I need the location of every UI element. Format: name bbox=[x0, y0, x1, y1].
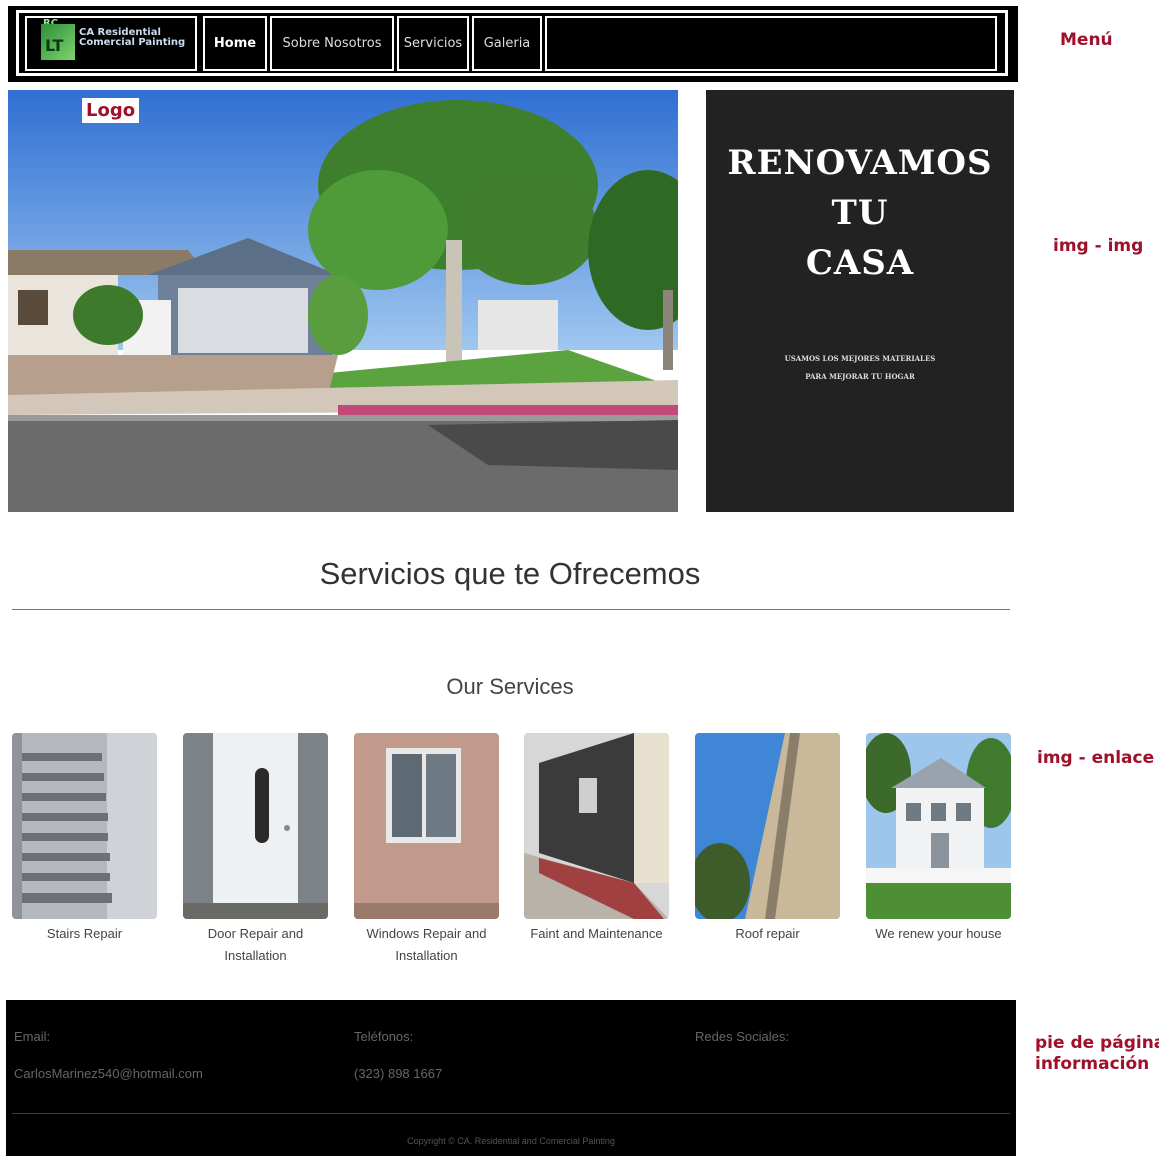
footer-email-value[interactable]: CarlosMarinez540@hotmail.com bbox=[14, 1066, 203, 1081]
annotation-footer-line1: pie de página bbox=[1035, 1033, 1159, 1053]
logo-text: CA Residential Comercial Painting bbox=[79, 27, 186, 48]
annotation-services: img - enlace bbox=[1037, 748, 1155, 768]
footer: Email: CarlosMarinez540@hotmail.com Telé… bbox=[6, 1000, 1016, 1156]
hero-subtitle-line-2: PARA MEJORAR TU HOGAR bbox=[805, 372, 915, 381]
nav-item-sobre-nosotros[interactable]: Sobre Nosotros bbox=[270, 16, 394, 71]
footer-copyright: Copyright © CA. Residential and Comercia… bbox=[407, 1136, 615, 1146]
roof-image bbox=[695, 733, 840, 919]
house-thumbnail[interactable] bbox=[866, 733, 1011, 919]
service-caption[interactable]: Door Repair and Installation bbox=[183, 923, 328, 967]
service-card-door[interactable]: Door Repair and Installation bbox=[183, 733, 328, 967]
stairs-thumbnail[interactable] bbox=[12, 733, 157, 919]
service-card-house[interactable]: We renew your house bbox=[866, 733, 1011, 945]
annotation-logo: Logo bbox=[82, 98, 140, 123]
annotation-menu: Menú bbox=[1060, 30, 1113, 50]
site-logo[interactable]: RC LT CA Residential Comercial Painting bbox=[25, 16, 197, 71]
footer-email-label: Email: bbox=[14, 1029, 51, 1044]
hero-title: RENOVAMOS TU CASA bbox=[706, 138, 1014, 288]
hero-text-panel: RENOVAMOS TU CASA USAMOS LOS MEJORES MAT… bbox=[706, 90, 1014, 512]
hero-house-image bbox=[8, 90, 678, 512]
windows-image bbox=[354, 733, 499, 919]
service-card-stairs[interactable]: Stairs Repair bbox=[12, 733, 157, 945]
paint-image bbox=[524, 733, 669, 919]
service-caption[interactable]: Windows Repair and Installation bbox=[354, 923, 499, 967]
annotation-footer-line2: información bbox=[1035, 1054, 1150, 1074]
roof-thumbnail[interactable] bbox=[695, 733, 840, 919]
door-thumbnail[interactable] bbox=[183, 733, 328, 919]
service-card-roof[interactable]: Roof repair bbox=[695, 733, 840, 945]
footer-social-label: Redes Sociales: bbox=[695, 1029, 789, 1044]
services-section-title: Servicios que te Ofrecemos bbox=[319, 556, 701, 591]
logo-mark-letters: LT bbox=[45, 36, 64, 55]
nav-item-galeria[interactable]: Galeria bbox=[472, 16, 542, 71]
logo-mark-icon: LT bbox=[41, 24, 75, 60]
hero-subtitle-line-1: USAMOS LOS MEJORES MATERIALES bbox=[784, 354, 936, 363]
navbar-frame: RC LT CA Residential Comercial Painting … bbox=[16, 10, 1008, 76]
paint-thumbnail[interactable] bbox=[524, 733, 669, 919]
house-image bbox=[866, 733, 1011, 919]
hero-title-line-2: TU bbox=[831, 193, 889, 233]
service-caption[interactable]: Stairs Repair bbox=[12, 923, 157, 945]
service-card-windows[interactable]: Windows Repair and Installation bbox=[354, 733, 499, 967]
nav-item-home[interactable]: Home bbox=[203, 16, 267, 71]
footer-divider bbox=[12, 1113, 1010, 1114]
service-card-paint[interactable]: Faint and Maintenance bbox=[524, 733, 669, 945]
hero-title-line-3: CASA bbox=[805, 243, 915, 283]
nav-item-servicios[interactable]: Servicios bbox=[397, 16, 469, 71]
service-caption[interactable]: Faint and Maintenance bbox=[524, 923, 669, 945]
hero-title-line-1: RENOVAMOS bbox=[727, 143, 993, 183]
page: RC LT CA Residential Comercial Painting … bbox=[0, 0, 1159, 1156]
annotation-hero: img - img bbox=[1053, 236, 1144, 256]
door-image bbox=[183, 733, 328, 919]
top-navbar: RC LT CA Residential Comercial Painting … bbox=[8, 6, 1018, 82]
hero-house-illustration bbox=[8, 90, 678, 512]
hero-subtitle: USAMOS LOS MEJORES MATERIALES PARA MEJOR… bbox=[706, 350, 1014, 386]
stairs-image bbox=[12, 733, 157, 919]
section-divider bbox=[12, 609, 1010, 610]
services-subtitle: Our Services bbox=[446, 674, 574, 699]
footer-phone-label: Teléfonos: bbox=[354, 1029, 414, 1044]
windows-thumbnail[interactable] bbox=[354, 733, 499, 919]
footer-phone-value[interactable]: (323) 898 1667 bbox=[354, 1066, 442, 1081]
nav-empty-space bbox=[545, 16, 997, 71]
service-caption[interactable]: We renew your house bbox=[866, 923, 1011, 945]
service-caption[interactable]: Roof repair bbox=[695, 923, 840, 945]
